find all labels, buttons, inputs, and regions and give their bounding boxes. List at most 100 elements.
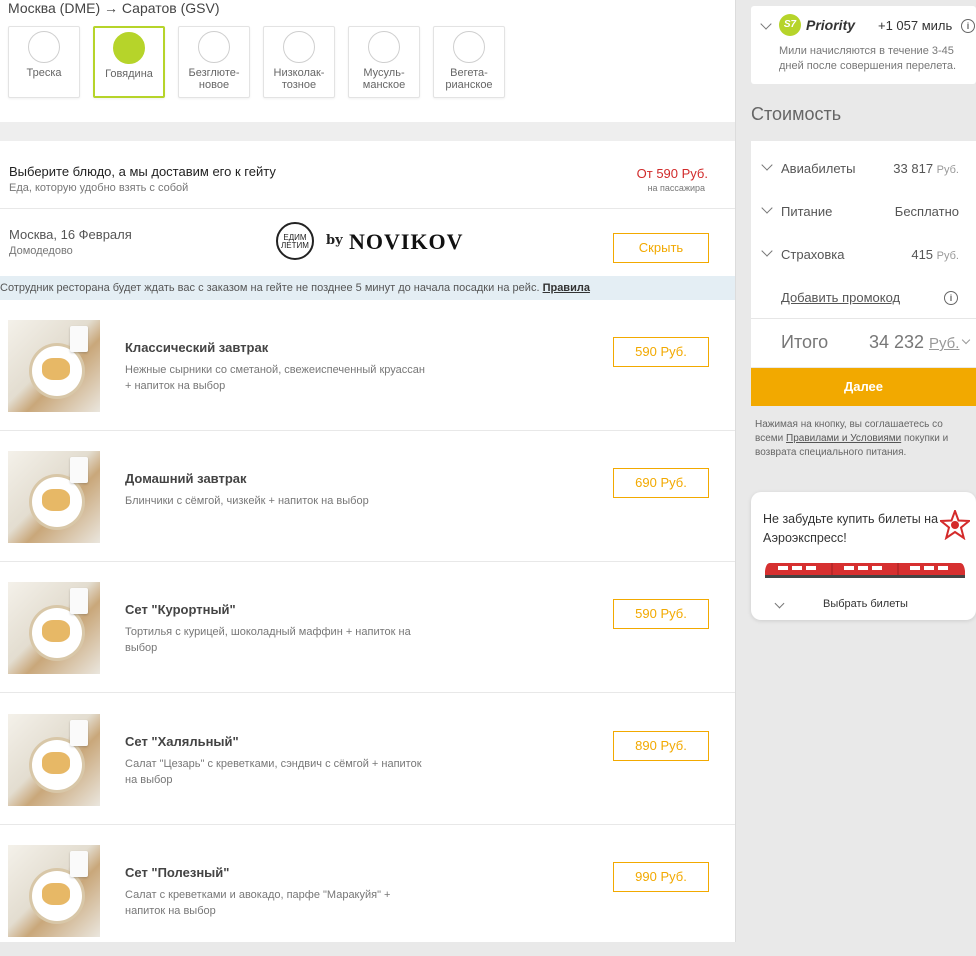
meal-description: Салат с креветками и авокадо, парфе "Мар… — [125, 889, 391, 917]
meal-photo — [8, 320, 100, 412]
meal-item: Сет "Полезный" Салат с креветками и авок… — [0, 825, 735, 956]
meal-name: Сет "Курортный" — [125, 602, 236, 617]
route-label: Москва (DME) → Саратов (GSV) — [8, 0, 219, 16]
aeroexpress-card: Не забудьте купить билеты на Аэроэкспрес… — [751, 492, 976, 620]
gluten-free-icon — [198, 31, 230, 63]
diet-option-muslim[interactable]: Мусуль-манское — [348, 26, 420, 98]
meal-name: Домашний завтрак — [125, 471, 247, 486]
route-from: Москва (DME) — [8, 0, 101, 16]
diet-label: Треска — [26, 67, 62, 79]
logo-brand: NOVIKOV — [349, 229, 464, 254]
chevron-down-icon[interactable] — [760, 18, 772, 30]
diet-option-vegetarian[interactable]: Вегета-рианское — [433, 26, 505, 98]
cost-breakdown: Авиабилеты 33 817 Руб. Питание Бесплатно… — [751, 141, 976, 367]
meal-price-button[interactable]: 990 Руб. — [613, 862, 709, 892]
meal-price-button[interactable]: 690 Руб. — [613, 468, 709, 498]
cost-label: Страховка — [781, 247, 845, 262]
promo-subtitle: Еда, которую удобно взять с собой — [9, 182, 189, 194]
special-meal-panel: Москва (DME) → Саратов (GSV) Треска Говя… — [0, 0, 735, 122]
crescent-icon — [368, 31, 400, 63]
rules-link[interactable]: Правила — [543, 282, 590, 294]
diet-option-lactose-free[interactable]: Низколак-тозное — [263, 26, 335, 98]
cost-row-tickets[interactable]: Авиабилеты 33 817 Руб. — [751, 147, 976, 190]
agreement-text: Нажимая на кнопку, вы соглашаетесь со вс… — [755, 419, 949, 458]
diet-label: Говядина — [105, 68, 153, 80]
notice-text: Сотрудник ресторана будет ждать вас с за… — [0, 282, 540, 294]
diet-option-gluten-free[interactable]: Безглюте-новое — [178, 26, 250, 98]
promo-title: Выберите блюдо, а мы доставим его к гейт… — [9, 164, 276, 179]
restaurant-card: Выберите блюдо, а мы доставим его к гейт… — [0, 141, 735, 942]
meal-price-button[interactable]: 590 Руб. — [613, 599, 709, 629]
meal-photo — [8, 845, 100, 937]
restaurant-logo: ЕДИМ ЛЕТИМ — [276, 222, 314, 260]
airport-name: Домодедово — [9, 245, 73, 257]
diet-option-beef[interactable]: Говядина — [93, 26, 165, 98]
miles-value: +1 057 миль — [878, 18, 953, 33]
meal-name: Сет "Халяльный" — [125, 734, 239, 749]
cost-row-meals[interactable]: Питание Бесплатно — [751, 190, 976, 233]
gate-notice: Сотрудник ресторана будет ждать вас с за… — [0, 276, 735, 300]
meal-description: Нежные сырники со сметаной, свежеиспечен… — [125, 364, 425, 392]
cost-value: 33 817 Руб. — [893, 161, 959, 176]
meal-description: Тортилья с курицей, шоколадный маффин + … — [125, 626, 411, 654]
diet-label: Мусуль-манское — [362, 67, 406, 91]
summary-column: S7 Priority +1 057 миль i Мили начисляют… — [735, 0, 976, 942]
cost-title: Стоимость — [751, 104, 842, 124]
leaf-icon — [453, 31, 485, 63]
train-illustration — [765, 563, 965, 578]
lactose-free-icon — [283, 31, 315, 63]
divider — [0, 208, 735, 209]
cost-label: Авиабилеты — [781, 161, 856, 176]
meal-name: Сет "Полезный" — [125, 865, 230, 880]
terms-link[interactable]: Правилами и Условиями — [786, 433, 901, 444]
aeroexpress-text: Не забудьте купить билеты на Аэроэкспрес… — [763, 512, 939, 545]
meal-item: Сет "Курортный" Тортилья с курицей, шоко… — [0, 562, 735, 693]
priority-miles-card: S7 Priority +1 057 миль i Мили начисляют… — [751, 6, 976, 84]
arrow-icon: → — [104, 0, 119, 16]
currency-selector[interactable]: Руб. — [929, 335, 959, 352]
chevron-down-icon — [761, 202, 773, 214]
chevron-down-icon[interactable] — [774, 598, 785, 609]
hide-button[interactable]: Скрыть — [613, 233, 709, 263]
info-icon[interactable]: i — [944, 291, 958, 305]
logo-by: by — [326, 233, 343, 248]
meal-photo — [8, 451, 100, 543]
diet-options: Треска Говядина Безглюте-новое Низколак-… — [8, 26, 505, 98]
city-date: Москва, 16 Февраля — [9, 227, 132, 242]
chevron-down-icon — [761, 245, 773, 257]
total-label: Итого — [781, 332, 829, 352]
next-button[interactable]: Далее — [751, 368, 976, 406]
meal-price-button[interactable]: 890 Руб. — [613, 731, 709, 761]
cow-icon — [113, 32, 145, 64]
add-promocode-link[interactable]: Добавить промокод — [781, 290, 900, 305]
promo-price: От 590 Руб. — [636, 166, 708, 181]
diet-label: Вегета-рианское — [445, 67, 493, 91]
cost-row-insurance[interactable]: Страховка 415 Руб. — [751, 233, 976, 276]
choose-tickets-link[interactable]: Выбрать билеты — [823, 598, 908, 610]
chevron-down-icon[interactable] — [961, 335, 971, 345]
divider — [751, 318, 976, 319]
total-value: 34 232 — [868, 332, 924, 352]
cost-value: 415 Руб. — [911, 247, 959, 262]
meal-price-button[interactable]: 590 Руб. — [613, 337, 709, 367]
meal-description: Блинчики с сёмгой, чизкейк + напиток на … — [125, 495, 369, 507]
chevron-down-icon — [761, 159, 773, 171]
info-icon[interactable]: i — [961, 19, 975, 33]
diet-label: Низколак-тозное — [273, 67, 325, 91]
meal-photo — [8, 714, 100, 806]
meal-name: Классический завтрак — [125, 340, 269, 355]
route-to: Саратов (GSV) — [121, 0, 220, 16]
meal-item: Сет "Халяльный" Салат "Цезарь" с креветк… — [0, 694, 735, 825]
priority-label: Priority — [806, 17, 856, 33]
main-column: Москва (DME) → Саратов (GSV) Треска Говя… — [0, 0, 735, 942]
miles-note: Мили начисляются в течение 3-45 дней пос… — [779, 45, 957, 72]
s7-logo-icon: S7 — [779, 14, 801, 36]
cost-value: Бесплатно — [894, 204, 959, 219]
diet-label: Безглюте-новое — [188, 67, 240, 91]
star-logo-icon — [940, 510, 970, 540]
fish-icon — [28, 31, 60, 63]
promo-price-note: на пассажира — [647, 183, 705, 193]
diet-option-cod[interactable]: Треска — [8, 26, 80, 98]
meal-photo — [8, 582, 100, 674]
meal-item: Домашний завтрак Блинчики с сёмгой, чизк… — [0, 431, 735, 562]
